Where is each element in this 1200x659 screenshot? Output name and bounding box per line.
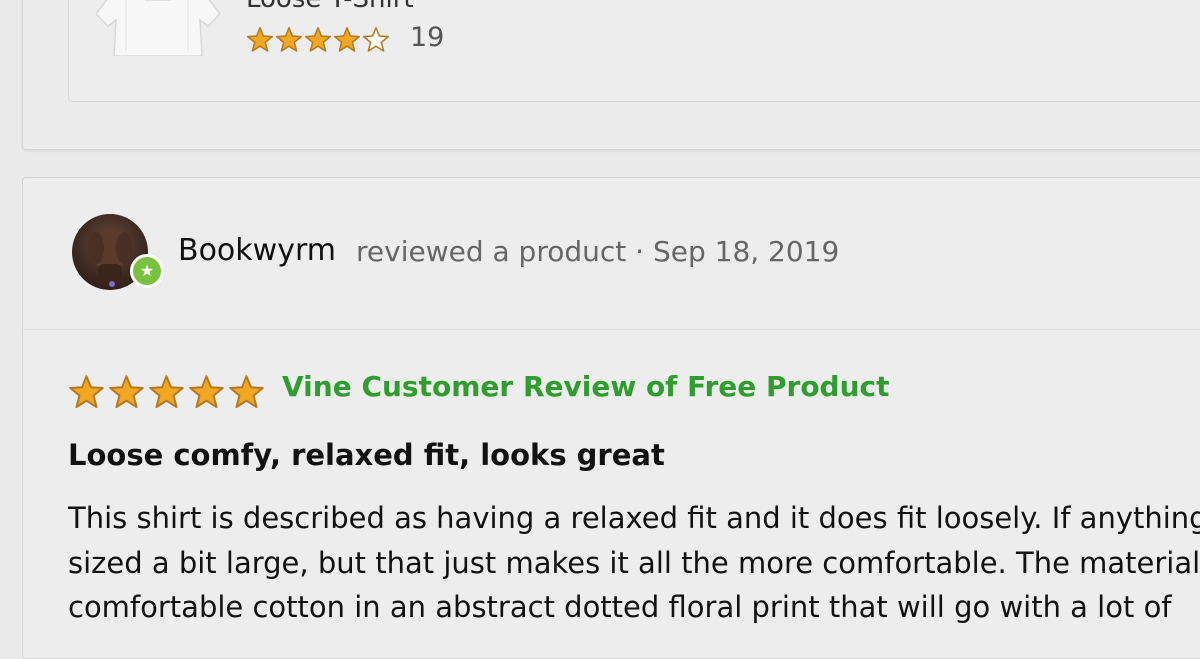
vine-badge-icon: ★ bbox=[130, 254, 164, 288]
product-box[interactable] bbox=[68, 0, 1200, 102]
review-rating-stars bbox=[68, 374, 268, 414]
star-icon bbox=[69, 375, 104, 408]
product-rating-stars[interactable] bbox=[246, 26, 391, 54]
star-icon bbox=[109, 375, 144, 408]
star-icon bbox=[333, 26, 361, 52]
review-body-line: This shirt is described as having a rela… bbox=[68, 501, 1200, 535]
vine-review-label: Vine Customer Review of Free Product bbox=[282, 370, 890, 403]
star-icon bbox=[362, 26, 390, 52]
reviewer-name[interactable]: Bookwyrm bbox=[178, 233, 336, 268]
review-meta: reviewed a product · Sep 18, 2019 bbox=[356, 235, 840, 268]
star-icon bbox=[229, 375, 264, 408]
star-icon bbox=[189, 375, 224, 408]
star-icon bbox=[275, 26, 303, 52]
star-icon bbox=[304, 26, 332, 52]
star-icon bbox=[149, 375, 184, 408]
review-body-line: comfortable cotton in an abstract dotted… bbox=[68, 590, 1172, 624]
review-body: This shirt is described as having a rela… bbox=[68, 496, 1200, 630]
review-body-line: sized a bit large, but that just makes i… bbox=[68, 545, 1200, 580]
product-rating-count[interactable]: 19 bbox=[410, 22, 444, 53]
review-title: Loose comfy, relaxed fit, looks great bbox=[68, 438, 665, 472]
review-divider bbox=[22, 329, 1200, 330]
star-icon bbox=[246, 26, 274, 52]
product-name[interactable]: Loose T-Shirt bbox=[246, 0, 414, 14]
product-image[interactable] bbox=[96, 0, 220, 56]
